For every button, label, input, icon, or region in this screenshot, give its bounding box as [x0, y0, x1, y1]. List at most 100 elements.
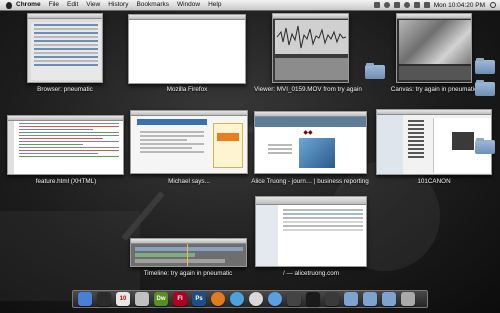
- downloads-folder-icon[interactable]: [344, 292, 358, 306]
- window-title-bar: [28, 14, 102, 19]
- menu-window[interactable]: Window: [177, 0, 200, 10]
- firefox-icon[interactable]: [211, 292, 225, 306]
- final-cut-icon[interactable]: [287, 292, 301, 306]
- apple-menu-icon[interactable]: [6, 1, 12, 9]
- menu-edit[interactable]: Edit: [67, 0, 78, 10]
- menu-app-chrome[interactable]: Chrome: [16, 0, 41, 10]
- clapper-icon[interactable]: [325, 292, 339, 306]
- file-list: [405, 118, 427, 173]
- text-line: [268, 152, 292, 154]
- menu-history[interactable]: History: [108, 0, 128, 10]
- desktop-folder-icon[interactable]: [475, 58, 495, 74]
- code-line: [19, 126, 119, 127]
- window-caption-browser: Browser: pneumatic: [37, 86, 93, 93]
- list-row: [34, 48, 98, 50]
- page-body: [137, 129, 207, 169]
- dreamweaver-icon[interactable]: Dw: [154, 292, 168, 306]
- code-line: [19, 153, 98, 154]
- documents-folder-icon[interactable]: [363, 292, 377, 306]
- list-row: [34, 52, 98, 54]
- code-line: [19, 156, 119, 157]
- window-thumbnail-viewer[interactable]: [272, 13, 349, 83]
- window-caption-feature-html: feature.html (XHTML): [35, 178, 97, 185]
- desktop-folder-icon[interactable]: [475, 80, 495, 96]
- photoshop-icon[interactable]: Ps: [192, 292, 206, 306]
- file-row: [283, 221, 363, 223]
- safari-icon[interactable]: [230, 292, 244, 306]
- trash-icon[interactable]: [401, 292, 415, 306]
- code-line: [19, 135, 119, 136]
- window-caption-alice-truong: Alice Truong - journ… | business reporti…: [251, 178, 369, 185]
- battery-icon[interactable]: [423, 2, 430, 8]
- text-line: [140, 135, 204, 137]
- ftp-file-list: [280, 207, 366, 233]
- list-row: [34, 40, 98, 42]
- ftp-sidebar: [256, 205, 278, 266]
- list-row: [34, 56, 98, 58]
- list-row: [34, 64, 98, 66]
- calendar-icon[interactable]: 10: [116, 292, 130, 306]
- text-line: [140, 139, 187, 141]
- window-thumbnail-browser[interactable]: [27, 13, 103, 83]
- window-thumbnail-canvas[interactable]: [396, 13, 472, 83]
- list-row: [34, 36, 98, 38]
- bluetooth-icon[interactable]: [393, 2, 400, 8]
- list-row: [34, 28, 98, 30]
- file-row: [283, 217, 363, 219]
- viewer-controls[interactable]: [275, 58, 348, 80]
- backdrop-shape: [0, 211, 140, 301]
- window-caption-viewer: Viewer: MVI_0159.MOV from try again: [254, 86, 362, 93]
- mail-icon[interactable]: [135, 292, 149, 306]
- text-line: [140, 151, 204, 153]
- video-frame: [275, 20, 348, 54]
- canvas-image: [399, 20, 471, 64]
- page-header: [137, 119, 207, 125]
- window-thumbnail-alicetruong-com[interactable]: [255, 196, 367, 267]
- line-number-gutter: [8, 121, 14, 174]
- sidebar-panel: [213, 123, 243, 168]
- flash-icon[interactable]: Fl: [173, 292, 187, 306]
- site-logo: ◆◆: [303, 130, 313, 136]
- applications-folder-icon[interactable]: [382, 292, 396, 306]
- window-thumbnail-alice-truong[interactable]: ◆◆: [254, 111, 367, 174]
- file-row: [408, 136, 424, 138]
- time-machine-icon[interactable]: [383, 2, 390, 8]
- menu-file[interactable]: File: [49, 0, 59, 10]
- timeline-playhead[interactable]: [187, 244, 188, 266]
- text-line: [140, 143, 204, 145]
- menu-view[interactable]: View: [86, 0, 100, 10]
- timeline-track: [135, 247, 243, 251]
- file-row: [408, 144, 424, 146]
- volume-icon[interactable]: [413, 2, 420, 8]
- window-title-bar: [131, 111, 247, 116]
- list-row: [34, 60, 98, 62]
- dashboard-icon[interactable]: [97, 292, 111, 306]
- list-row: [34, 32, 98, 34]
- window-thumbnail-firefox[interactable]: [128, 14, 246, 84]
- list-row: [34, 44, 98, 46]
- menu-bar: Chrome File Edit View History Bookmarks …: [0, 0, 500, 11]
- spotlight-icon[interactable]: [490, 2, 496, 8]
- finder-icon[interactable]: [78, 292, 92, 306]
- desktop-folder-icon[interactable]: [475, 138, 495, 154]
- menu-clock[interactable]: Mon 10:04:20 PM: [434, 2, 485, 9]
- itunes-icon[interactable]: [268, 292, 282, 306]
- terminal-icon[interactable]: [306, 292, 320, 306]
- window-thumbnail-feature-html[interactable]: [7, 115, 124, 175]
- window-thumbnail-timeline[interactable]: [130, 238, 247, 267]
- canvas-controls[interactable]: [399, 66, 471, 80]
- wifi-icon[interactable]: [403, 2, 410, 8]
- chrome-icon[interactable]: [249, 292, 263, 306]
- code-line: [19, 147, 119, 148]
- status-app-icon[interactable]: [373, 2, 380, 8]
- audio-waveform: [276, 25, 347, 49]
- file-preview-icon: [452, 132, 474, 150]
- desktop-folder-icon[interactable]: [365, 63, 385, 79]
- code-editor: [15, 121, 123, 159]
- window-thumbnail-michael-says[interactable]: [130, 110, 248, 174]
- window-title-bar: [273, 14, 348, 19]
- menu-bookmarks[interactable]: Bookmarks: [136, 0, 169, 10]
- menu-help[interactable]: Help: [208, 0, 221, 10]
- timeline-track: [135, 253, 195, 257]
- file-row: [283, 209, 363, 211]
